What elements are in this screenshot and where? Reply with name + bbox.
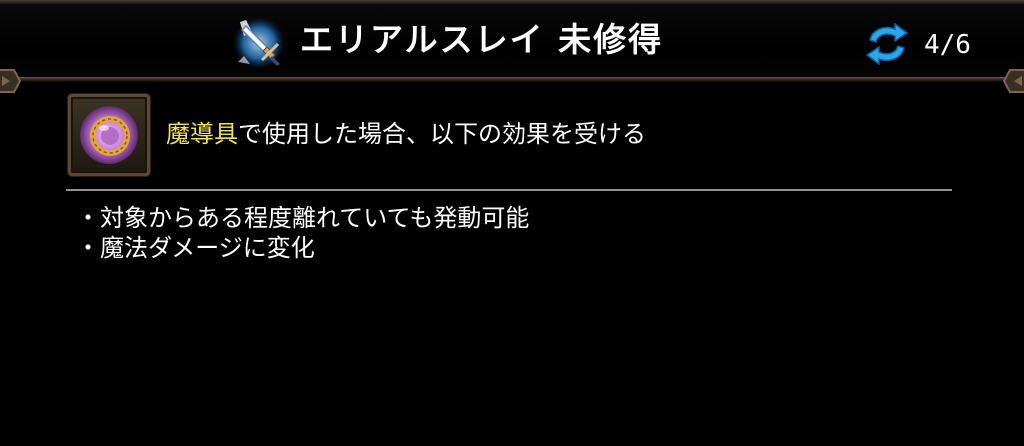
item-effect-text: で使用した場合、以下の効果を受ける	[238, 120, 646, 148]
top-frame-border	[0, 0, 1024, 4]
frame-ornament-right-icon	[1002, 69, 1024, 93]
header-frame-border	[0, 77, 1024, 82]
magic-ring-icon	[80, 106, 138, 164]
item-type-highlight: 魔導具	[166, 120, 238, 148]
item-slot[interactable]	[68, 94, 150, 176]
cycle-arrows-icon[interactable]	[862, 22, 912, 66]
frame-ornament-left-icon	[0, 69, 22, 93]
list-item: ・魔法ダメージに変化	[76, 234, 315, 262]
page-indicator: 4/6	[924, 30, 971, 60]
list-item: ・対象からある程度離れていても発動可能	[76, 204, 530, 232]
effect-list: ・対象からある程度離れていても発動可能 ・魔法ダメージに変化	[76, 203, 529, 263]
divider	[66, 189, 952, 191]
sword-skill-icon	[233, 17, 285, 69]
skill-title: エリアルスレイ 未修得	[300, 20, 664, 59]
item-effect-description: 魔導具で使用した場合、以下の効果を受ける	[166, 116, 646, 152]
skill-detail-panel: エリアルスレイ 未修得 4/6 魔導具で使用した場合、以下の効果を受ける ・対象…	[0, 0, 1024, 446]
